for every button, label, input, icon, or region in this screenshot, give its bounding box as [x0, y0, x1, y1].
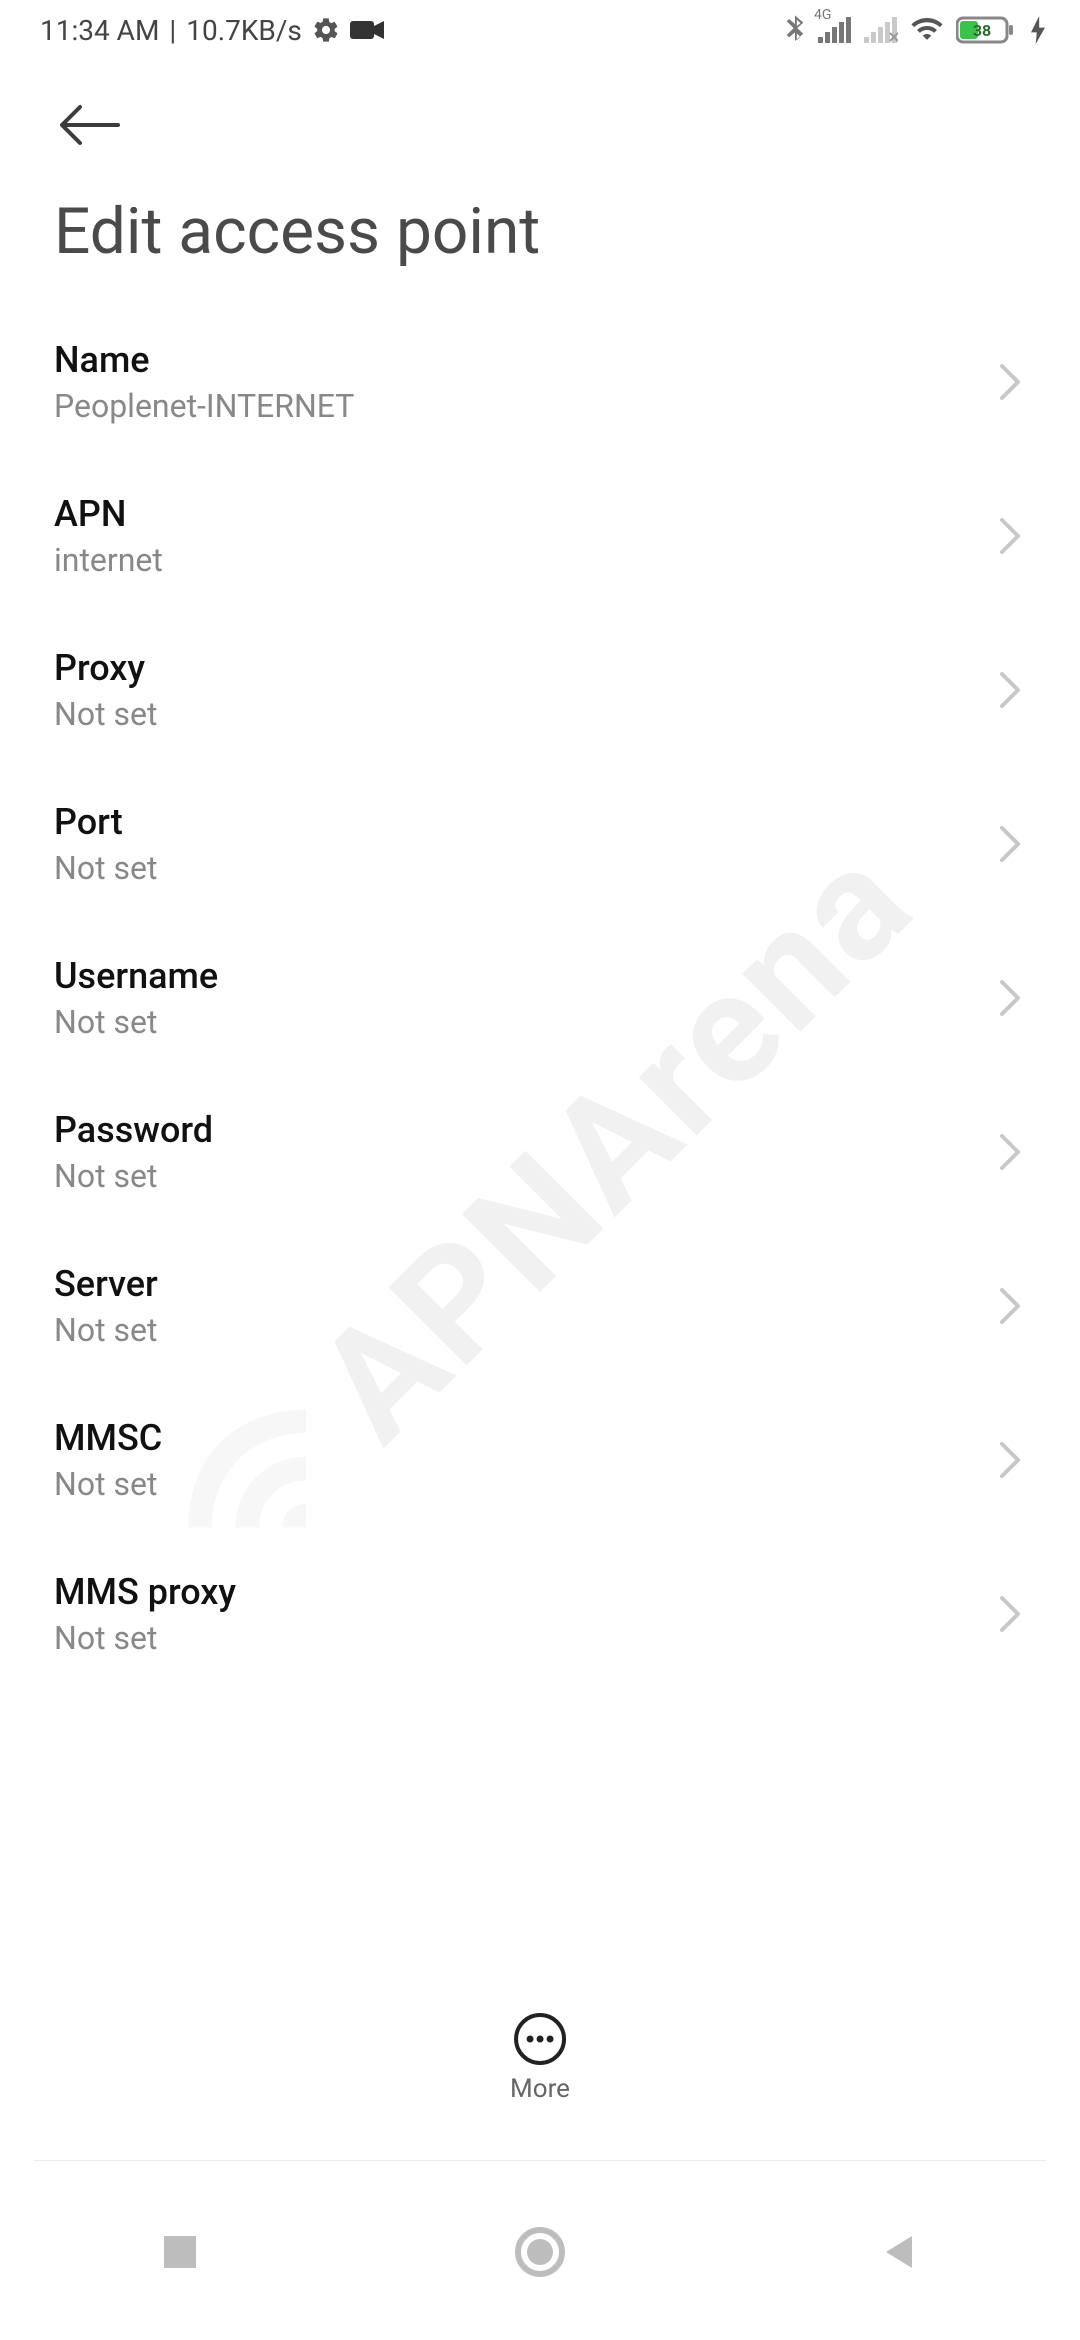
status-left: 11:34 AM | 10.7KB/s: [40, 14, 384, 47]
setting-mms-proxy[interactable]: MMS proxy Not set: [54, 1537, 1026, 1691]
chevron-right-icon: [998, 1442, 1022, 1478]
setting-value: Not set: [54, 695, 157, 733]
status-bar: 11:34 AM | 10.7KB/s 4G 38: [0, 0, 1080, 60]
more-button[interactable]: More: [510, 2012, 570, 2104]
chevron-right-icon: [998, 980, 1022, 1016]
setting-mmsc[interactable]: MMSC Not set: [54, 1383, 1026, 1537]
setting-title: Password: [54, 1109, 213, 1151]
wifi-icon: [910, 17, 944, 43]
status-separator: |: [169, 14, 176, 47]
nav-back-button[interactable]: [800, 2202, 1000, 2302]
circle-icon: [514, 2226, 566, 2278]
chevron-right-icon: [998, 672, 1022, 708]
chevron-right-icon: [998, 826, 1022, 862]
square-icon: [160, 2232, 200, 2272]
header-row: [0, 60, 1080, 160]
setting-server[interactable]: Server Not set: [54, 1229, 1026, 1383]
back-button[interactable]: [54, 90, 124, 160]
chevron-right-icon: [998, 518, 1022, 554]
arrow-left-icon: [58, 104, 120, 146]
setting-proxy[interactable]: Proxy Not set: [54, 613, 1026, 767]
more-icon: [513, 2012, 567, 2066]
signal-sim2-icon: [864, 17, 898, 43]
chevron-right-icon: [998, 1288, 1022, 1324]
settings-list: Name Peoplenet-INTERNET APN internet Pro…: [0, 305, 1080, 2167]
setting-value: Not set: [54, 1157, 213, 1195]
more-label: More: [510, 2074, 570, 2104]
setting-value: internet: [54, 541, 163, 579]
page-title: Edit access point: [0, 160, 1080, 305]
setting-value: Not set: [54, 1465, 162, 1503]
divider: [34, 2160, 1046, 2161]
setting-title: Port: [54, 801, 157, 843]
setting-password[interactable]: Password Not set: [54, 1075, 1026, 1229]
signal-sim1-icon: 4G: [818, 17, 852, 43]
chevron-right-icon: [998, 1134, 1022, 1170]
chevron-right-icon: [998, 364, 1022, 400]
setting-title: Name: [54, 339, 354, 381]
status-right: 4G 38: [784, 15, 1046, 45]
setting-value: Not set: [54, 1003, 218, 1041]
setting-title: APN: [54, 493, 163, 535]
setting-value: Not set: [54, 1619, 236, 1657]
setting-apn[interactable]: APN internet: [54, 459, 1026, 613]
setting-value: Peoplenet-INTERNET: [54, 387, 354, 425]
status-time: 11:34 AM: [40, 14, 159, 47]
bluetooth-icon: [784, 15, 806, 45]
battery-percent: 38: [973, 21, 991, 40]
setting-port[interactable]: Port Not set: [54, 767, 1026, 921]
signal-sim1-label: 4G: [814, 7, 831, 23]
setting-name[interactable]: Name Peoplenet-INTERNET: [54, 305, 1026, 459]
camera-icon: [350, 18, 384, 42]
setting-title: MMS proxy: [54, 1571, 236, 1613]
setting-value: Not set: [54, 849, 157, 887]
nav-home-button[interactable]: [440, 2202, 640, 2302]
setting-title: Proxy: [54, 647, 157, 689]
chevron-right-icon: [998, 1596, 1022, 1632]
setting-title: MMSC: [54, 1417, 162, 1459]
setting-value: Not set: [54, 1311, 158, 1349]
setting-title: Username: [54, 955, 218, 997]
navigation-bar: [0, 2192, 1080, 2312]
settings-icon: [312, 16, 340, 44]
triangle-left-icon: [880, 2232, 920, 2272]
status-netspeed: 10.7KB/s: [186, 14, 302, 47]
battery-icon: 38: [956, 15, 1018, 45]
nav-recents-button[interactable]: [80, 2202, 280, 2302]
setting-username[interactable]: Username Not set: [54, 921, 1026, 1075]
setting-title: Server: [54, 1263, 158, 1305]
charging-icon: [1030, 16, 1046, 44]
